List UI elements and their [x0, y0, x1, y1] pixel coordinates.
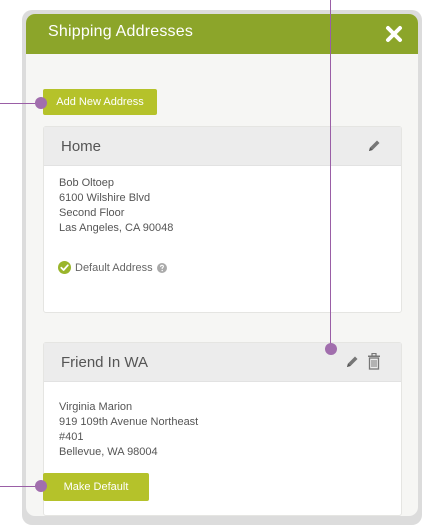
dialog-header: Shipping Addresses: [26, 14, 418, 54]
address-line: Bellevue, WA 98004: [59, 446, 158, 458]
address-line: 6100 Wilshire Blvd: [59, 192, 151, 204]
default-address-indicator: Default Address: [58, 261, 167, 274]
callout-dot: [35, 97, 47, 109]
address-lines: Virginia Marion 919 109th Avenue Northea…: [59, 400, 198, 460]
help-icon[interactable]: [156, 262, 167, 273]
address-line: Second Floor: [59, 207, 125, 219]
address-card-title: Friend In WA: [61, 354, 148, 371]
address-line: Bob Oltoep: [59, 177, 115, 189]
callout-line: [0, 103, 40, 104]
address-card-header: Friend In WA: [44, 343, 401, 382]
address-line: 919 109th Avenue Northeast: [59, 416, 199, 428]
address-lines: Bob Oltoep 6100 Wilshire Blvd Second Flo…: [59, 176, 173, 236]
make-default-button[interactable]: Make Default: [43, 473, 149, 501]
address-line: #401: [59, 431, 84, 443]
shipping-addresses-dialog: Shipping Addresses Add New Address Home …: [26, 14, 418, 516]
default-address-label: Default Address: [75, 261, 153, 274]
address-card-header: Home: [44, 127, 401, 166]
address-card-title: Home: [61, 138, 102, 155]
dialog-title: Shipping Addresses: [48, 23, 194, 40]
add-new-address-button[interactable]: Add New Address: [43, 89, 157, 115]
pencil-icon[interactable]: [366, 138, 382, 154]
address-line: Virginia Marion: [59, 401, 133, 413]
pencil-icon[interactable]: [344, 354, 360, 370]
callout-dot: [35, 480, 47, 492]
callout-line: [330, 0, 331, 350]
trash-icon[interactable]: [367, 353, 381, 370]
address-card-home: Home Bob Oltoep 6100 Wilshire Blvd Secon…: [43, 126, 402, 313]
close-icon[interactable]: [384, 24, 404, 44]
check-circle-icon: [58, 261, 71, 274]
callout-dot: [325, 343, 337, 355]
address-line: Las Angeles, CA 90048: [59, 222, 174, 234]
callout-line: [0, 486, 40, 487]
